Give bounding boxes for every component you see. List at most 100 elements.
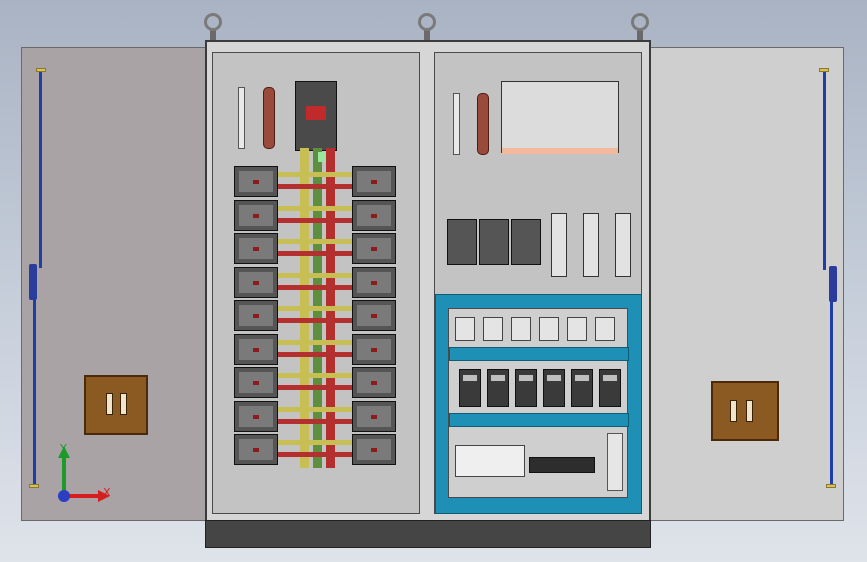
din-rail-component	[607, 433, 623, 491]
branch-breaker-left-5[interactable]	[234, 300, 278, 331]
relay-6[interactable]	[595, 317, 615, 341]
relay-4[interactable]	[539, 317, 559, 341]
power-supply-1[interactable]	[459, 369, 481, 407]
busbar-tap	[278, 373, 352, 378]
branch-breaker-right-1[interactable]	[352, 166, 396, 197]
breaker-toggle	[371, 314, 377, 318]
power-supply-4[interactable]	[543, 369, 565, 407]
transformer-frame	[501, 81, 619, 154]
plc-unit[interactable]	[455, 445, 525, 477]
relay-1[interactable]	[455, 317, 475, 341]
branch-breaker-left-9[interactable]	[234, 434, 278, 465]
busbar-tap	[278, 452, 352, 457]
power-supply-5[interactable]	[571, 369, 593, 407]
handle-slot	[746, 400, 753, 422]
small-breaker-3[interactable]	[511, 219, 541, 265]
right-door-latch[interactable]	[829, 266, 837, 302]
right-door-top-cap	[819, 68, 829, 72]
busbar-tap	[278, 339, 352, 345]
left-door-top-cap	[36, 68, 46, 72]
fuse-holder-2[interactable]	[583, 213, 599, 277]
main-breaker-toggle	[306, 106, 326, 120]
busbar-tap	[278, 184, 352, 189]
branch-breaker-left-8[interactable]	[234, 400, 278, 432]
axis-triad	[58, 446, 110, 502]
transformer-base	[502, 148, 618, 154]
handle-slot	[730, 400, 737, 422]
branch-breaker-left-6[interactable]	[234, 333, 278, 365]
right-door-top-rod	[823, 70, 826, 270]
right-door-bottom-cap	[826, 484, 836, 488]
psu-label-plate	[547, 375, 561, 381]
lifting-eye-right	[631, 13, 649, 31]
left-door-latch[interactable]	[29, 264, 37, 300]
main-breaker[interactable]	[295, 81, 337, 151]
lifting-eye-stem	[210, 30, 216, 40]
branch-breaker-right-6[interactable]	[352, 333, 396, 365]
breaker-toggle	[371, 280, 377, 285]
breaker-toggle	[253, 247, 259, 251]
lifting-eye-stem	[424, 30, 430, 40]
relay-3[interactable]	[511, 317, 531, 341]
breaker-toggle	[253, 414, 259, 419]
breaker-toggle	[253, 381, 259, 385]
busbar-tap	[278, 318, 352, 323]
branch-breaker-right-5[interactable]	[352, 300, 396, 331]
right-door-handle[interactable]	[711, 381, 779, 441]
busbar-marker	[318, 152, 326, 162]
lifting-eye-center	[418, 13, 436, 31]
axis-origin	[58, 490, 70, 502]
power-supply-3[interactable]	[515, 369, 537, 407]
branch-breaker-right-9[interactable]	[352, 434, 396, 465]
small-breaker-2[interactable]	[479, 219, 509, 265]
breaker-toggle	[371, 414, 377, 419]
breaker-toggle	[371, 347, 377, 352]
branch-breaker-left-7[interactable]	[234, 367, 278, 398]
power-supply-2[interactable]	[487, 369, 509, 407]
branch-breaker-right-8[interactable]	[352, 400, 396, 432]
branch-breaker-left-1[interactable]	[234, 166, 278, 197]
branch-breaker-left-2[interactable]	[234, 199, 278, 231]
busbar-tap	[278, 272, 352, 278]
small-breaker-1[interactable]	[447, 219, 477, 265]
busbar-tap	[278, 385, 352, 390]
left-door-bottom-cap	[29, 484, 39, 488]
busbar-tap	[278, 351, 352, 357]
busbar-tap	[278, 205, 352, 211]
left-door-bottom-rod	[33, 298, 36, 488]
branch-breaker-right-7[interactable]	[352, 367, 396, 398]
psu-label-plate	[603, 375, 617, 381]
fuse-holder-3[interactable]	[615, 213, 631, 277]
busbar-tap	[278, 306, 352, 311]
breaker-toggle	[253, 180, 259, 184]
busbar-tap	[278, 440, 352, 445]
psu-label-plate	[575, 375, 589, 381]
handle-slot	[106, 393, 113, 415]
control-subplate	[448, 308, 629, 498]
right-door	[648, 47, 844, 521]
breaker-toggle	[253, 347, 259, 352]
breaker-toggle	[253, 448, 259, 452]
power-supply-6[interactable]	[599, 369, 621, 407]
psu-label-plate	[463, 375, 477, 381]
neutral-bar	[263, 87, 275, 149]
branch-breaker-right-2[interactable]	[352, 199, 396, 231]
busbar-tap	[278, 251, 352, 256]
breaker-toggle	[371, 180, 377, 184]
branch-breaker-right-3[interactable]	[352, 233, 396, 264]
branch-breaker-right-4[interactable]	[352, 266, 396, 298]
psu-label-plate	[491, 375, 505, 381]
left-door-handle[interactable]	[84, 375, 148, 435]
branch-breaker-left-4[interactable]	[234, 266, 278, 298]
fuse-holder-1[interactable]	[551, 213, 567, 277]
left-door-top-rod	[39, 70, 42, 268]
cabinet-plinth	[205, 520, 651, 548]
wire-duct-horizontal	[449, 347, 629, 361]
breaker-toggle	[371, 448, 377, 452]
relay-2[interactable]	[483, 317, 503, 341]
relay-5[interactable]	[567, 317, 587, 341]
branch-breaker-left-3[interactable]	[234, 233, 278, 264]
handle-slot	[120, 393, 127, 415]
breaker-toggle	[371, 247, 377, 251]
right-door-bottom-rod	[830, 298, 833, 488]
